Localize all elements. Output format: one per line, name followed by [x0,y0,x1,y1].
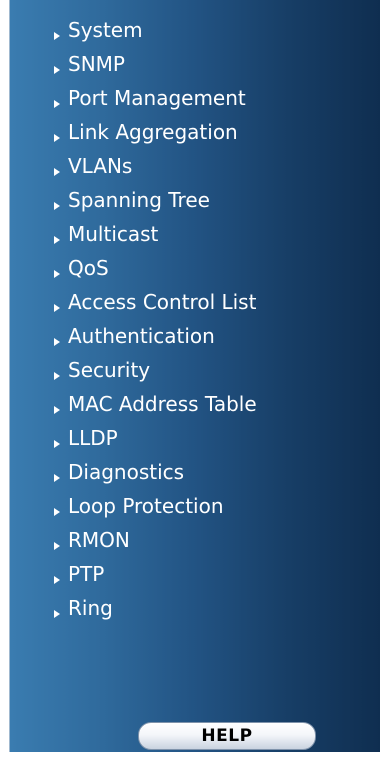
menu-item-label: SNMP [68,52,125,76]
menu-item-label: Multicast [68,222,159,246]
menu-item-label: Link Aggregation [68,120,238,144]
menu-item-label: Ring [68,596,113,620]
triangle-right-icon [54,202,60,210]
menu-item-loop-protection[interactable]: Loop Protection [10,490,380,524]
triangle-right-icon [54,270,60,278]
menu-item-link-aggregation[interactable]: Link Aggregation [10,116,380,150]
menu-item-system[interactable]: System [10,14,380,48]
help-button[interactable]: HELP [138,722,316,750]
menu-item-snmp[interactable]: SNMP [10,48,380,82]
menu-item-lldp[interactable]: LLDP [10,422,380,456]
menu-item-diagnostics[interactable]: Diagnostics [10,456,380,490]
triangle-right-icon [54,134,60,142]
page-frame: System SNMP Port Management Link Aggrega… [0,0,380,762]
main-menu: System SNMP Port Management Link Aggrega… [10,14,380,626]
triangle-right-icon [54,100,60,108]
navigation-panel: System SNMP Port Management Link Aggrega… [9,0,380,752]
menu-item-label: Loop Protection [68,494,224,518]
menu-item-label: Diagnostics [68,460,185,484]
menu-item-mac-address-table[interactable]: MAC Address Table [10,388,380,422]
menu-item-spanning-tree[interactable]: Spanning Tree [10,184,380,218]
menu-item-label: Access Control List [68,290,257,314]
triangle-right-icon [54,508,60,516]
triangle-right-icon [54,610,60,618]
menu-item-label: Security [68,358,151,382]
menu-item-authentication[interactable]: Authentication [10,320,380,354]
triangle-right-icon [54,32,60,40]
menu-item-label: RMON [68,528,130,552]
menu-item-port-management[interactable]: Port Management [10,82,380,116]
triangle-right-icon [54,576,60,584]
menu-item-label: Spanning Tree [68,188,210,212]
triangle-right-icon [54,406,60,414]
menu-item-label: Authentication [68,324,215,348]
menu-item-access-control-list[interactable]: Access Control List [10,286,380,320]
menu-item-label: VLANs [68,154,133,178]
menu-item-security[interactable]: Security [10,354,380,388]
triangle-right-icon [54,66,60,74]
menu-item-ring[interactable]: Ring [10,592,380,626]
menu-item-ptp[interactable]: PTP [10,558,380,592]
triangle-right-icon [54,542,60,550]
menu-item-label: QoS [68,256,109,280]
menu-item-label: System [68,18,143,42]
menu-item-rmon[interactable]: RMON [10,524,380,558]
triangle-right-icon [54,168,60,176]
triangle-right-icon [54,304,60,312]
menu-item-label: LLDP [68,426,118,450]
triangle-right-icon [54,440,60,448]
triangle-right-icon [54,236,60,244]
menu-item-vlans[interactable]: VLANs [10,150,380,184]
menu-item-multicast[interactable]: Multicast [10,218,380,252]
menu-item-qos[interactable]: QoS [10,252,380,286]
menu-item-label: Port Management [68,86,246,110]
triangle-right-icon [54,474,60,482]
triangle-right-icon [54,338,60,346]
menu-item-label: MAC Address Table [68,392,257,416]
menu-item-label: PTP [68,562,105,586]
triangle-right-icon [54,372,60,380]
